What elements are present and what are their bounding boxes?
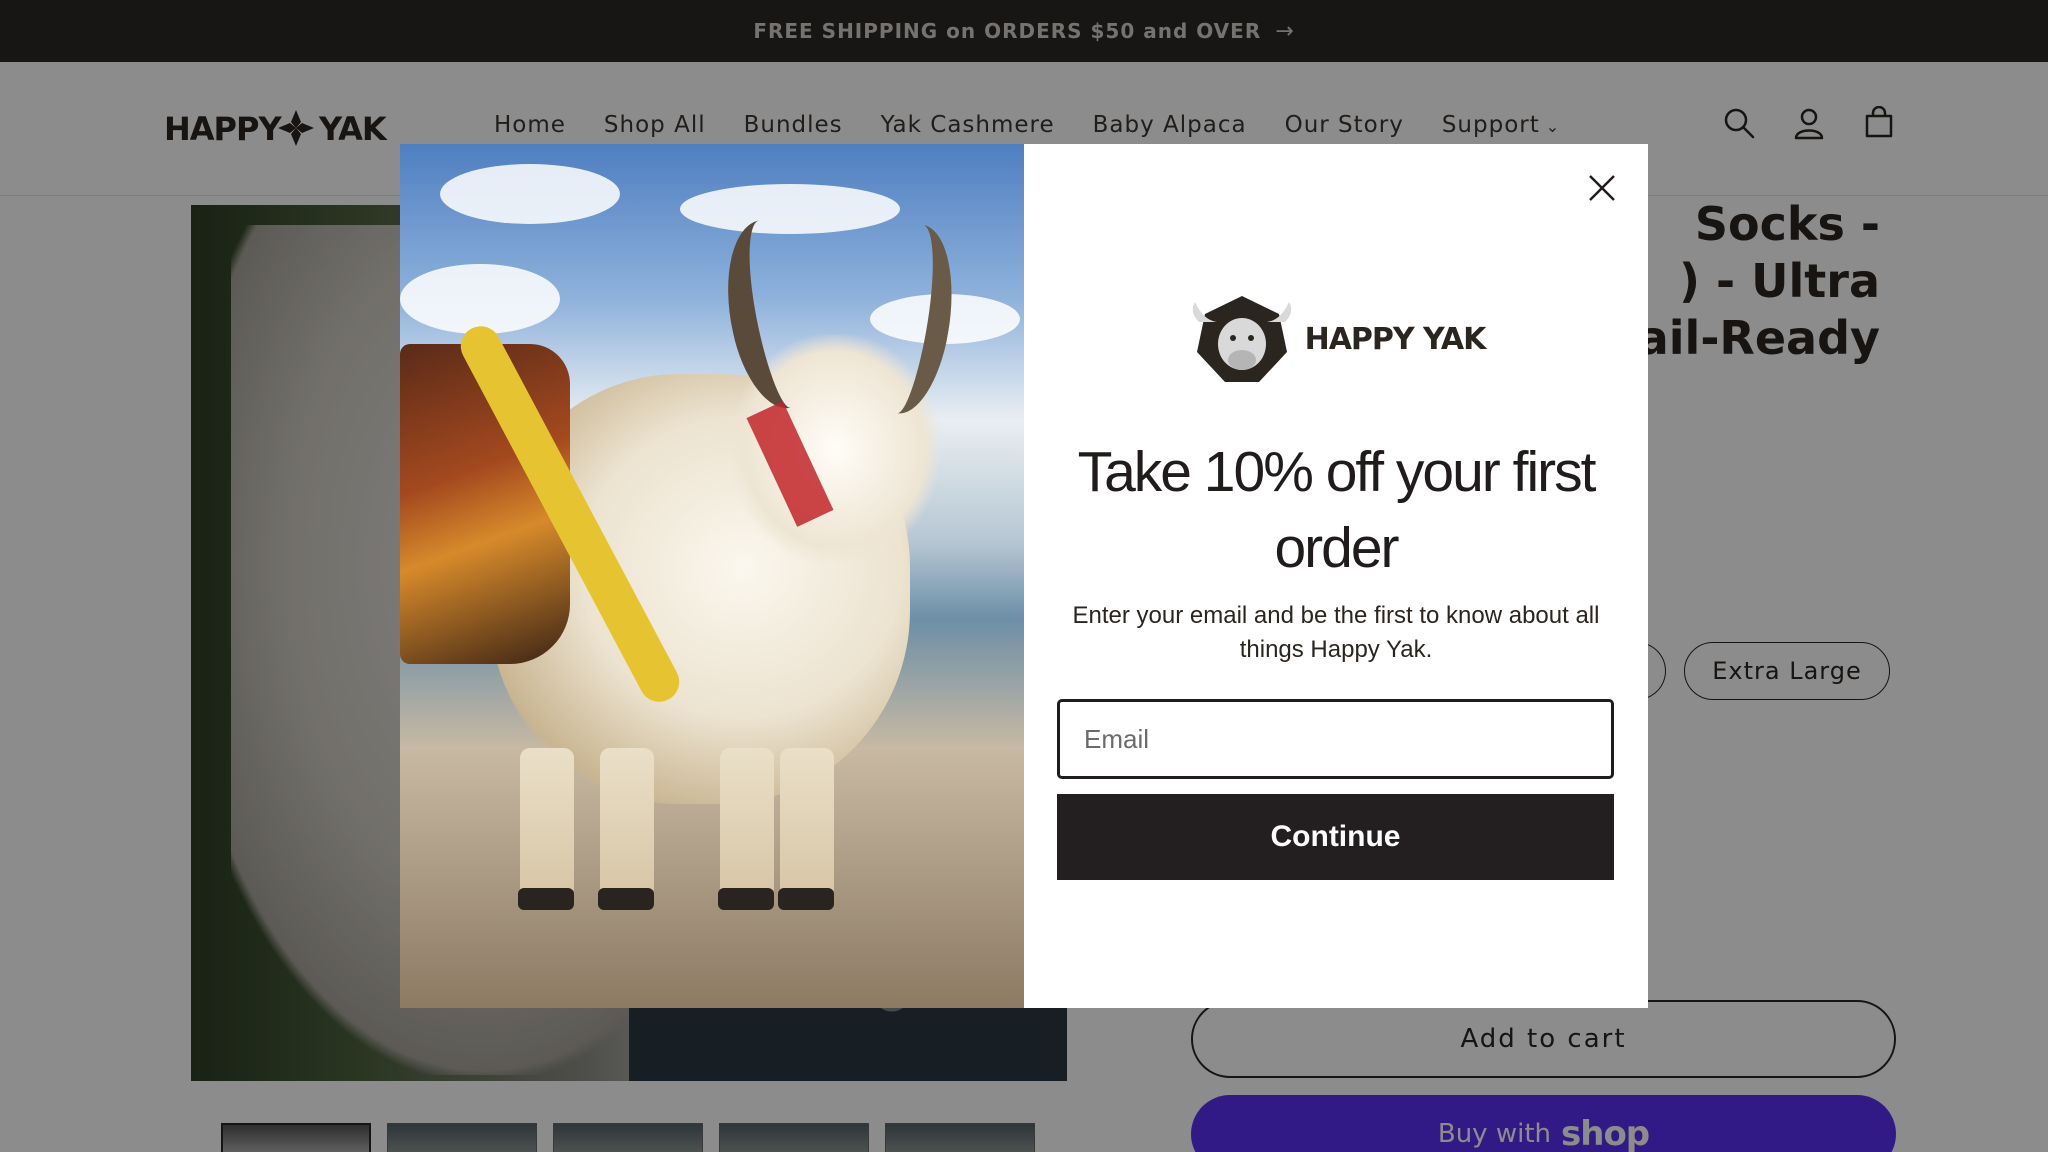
- modal-headline: Take 10% off your first order: [1077, 440, 1597, 580]
- close-icon[interactable]: [1580, 166, 1624, 210]
- yak-head-logo-icon: [1192, 296, 1291, 382]
- modal-subtext: Enter your email and be the first to kno…: [1072, 602, 1600, 663]
- modal-brand-name: HAPPY YAK: [1304, 321, 1487, 357]
- yak-photo: [400, 144, 1024, 1008]
- continue-button[interactable]: Continue: [1057, 794, 1614, 880]
- discount-popup-modal: HAPPY YAK Take 10% off your first order …: [400, 144, 1648, 1008]
- modal-brand: HAPPY YAK: [1024, 292, 1648, 386]
- modal-content: HAPPY YAK Take 10% off your first order …: [1024, 144, 1648, 1008]
- email-input[interactable]: [1057, 699, 1614, 779]
